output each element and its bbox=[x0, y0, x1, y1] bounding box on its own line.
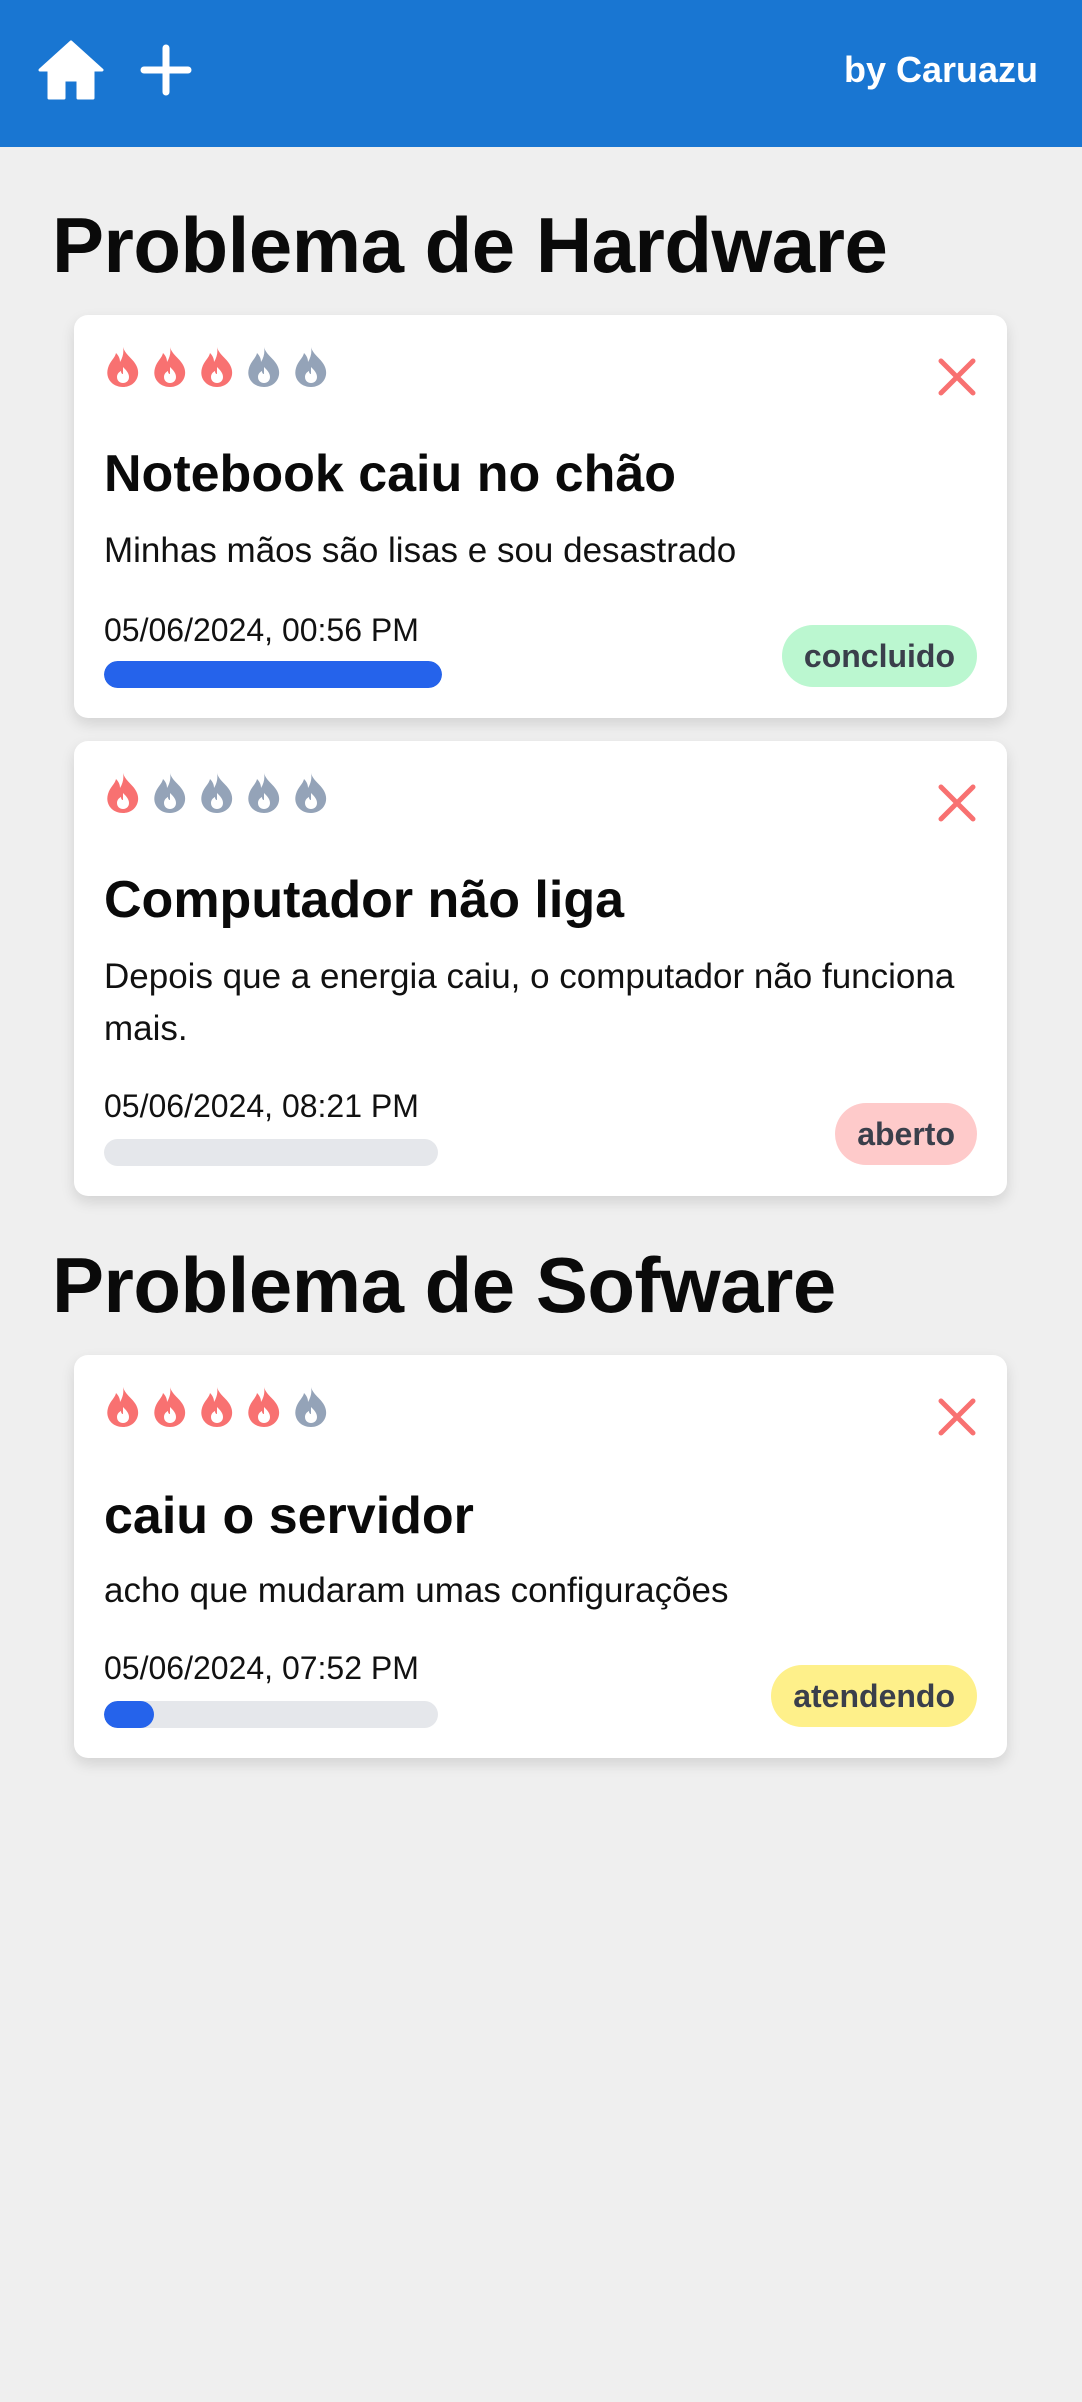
card-description: Depois que a energia caiu, o computador … bbox=[104, 957, 955, 1048]
progress-fill bbox=[104, 661, 442, 688]
flame-icon-active bbox=[154, 1387, 186, 1427]
flame-icon-active bbox=[107, 347, 139, 387]
progress-bar bbox=[104, 661, 442, 688]
card-date: 05/06/2024, 00:56 PM bbox=[104, 612, 419, 648]
status-badge: atendendo bbox=[771, 1665, 977, 1727]
card-description: acho que mudaram umas configurações bbox=[104, 1571, 729, 1610]
delete-button[interactable] bbox=[935, 355, 979, 399]
flame-icon-active bbox=[201, 1387, 233, 1427]
flame-icon-inactive bbox=[201, 773, 233, 813]
section-title-software: Problema de Sofware bbox=[52, 1241, 836, 1329]
flame-icon-active bbox=[107, 1387, 139, 1427]
status-badge: aberto bbox=[835, 1103, 977, 1165]
card-date: 05/06/2024, 07:52 PM bbox=[104, 1650, 419, 1686]
add-problem-button[interactable] bbox=[140, 44, 192, 96]
card-title: Computador não liga bbox=[104, 871, 624, 929]
close-icon bbox=[938, 1398, 976, 1436]
plus-icon bbox=[140, 44, 192, 96]
flame-icon-active bbox=[107, 773, 139, 813]
problem-card: Notebook caiu no chão Minhas mãos são li… bbox=[74, 315, 1007, 718]
delete-button[interactable] bbox=[935, 781, 979, 825]
progress-fill bbox=[104, 1701, 155, 1728]
problem-card: caiu o servidor acho que mudaram umas co… bbox=[74, 1355, 1007, 1758]
flame-icon-inactive bbox=[295, 1387, 327, 1427]
progress-bar bbox=[104, 1139, 438, 1166]
priority-rating bbox=[104, 1385, 339, 1429]
author-credit: by Caruazu bbox=[843, 49, 1038, 90]
top-app-bar: by Caruazu bbox=[0, 0, 1082, 147]
flame-icon-active bbox=[248, 1387, 280, 1427]
flame-icon-inactive bbox=[295, 773, 327, 813]
flame-icon-inactive bbox=[295, 347, 327, 387]
section-title-hardware: Problema de Hardware bbox=[52, 201, 888, 289]
status-badge: concluido bbox=[781, 625, 977, 687]
card-date: 05/06/2024, 08:21 PM bbox=[104, 1088, 419, 1124]
delete-button[interactable] bbox=[935, 1395, 979, 1439]
card-description: Minhas mãos são lisas e sou desastrado bbox=[104, 531, 737, 570]
flame-icon-inactive bbox=[154, 773, 186, 813]
problem-card: Computador não liga Depois que a energia… bbox=[74, 741, 1007, 1196]
close-icon bbox=[938, 784, 976, 822]
close-icon bbox=[938, 358, 976, 396]
progress-bar bbox=[104, 1701, 438, 1728]
flame-icon-inactive bbox=[248, 773, 280, 813]
card-title: Notebook caiu no chão bbox=[104, 445, 677, 503]
priority-rating bbox=[104, 771, 339, 815]
home-button[interactable] bbox=[36, 38, 106, 102]
flame-icon-active bbox=[201, 347, 233, 387]
flame-icon-active bbox=[154, 347, 186, 387]
card-title: caiu o servidor bbox=[104, 1487, 474, 1545]
priority-rating bbox=[104, 345, 339, 389]
flame-icon-inactive bbox=[248, 347, 280, 387]
home-icon bbox=[38, 40, 104, 100]
